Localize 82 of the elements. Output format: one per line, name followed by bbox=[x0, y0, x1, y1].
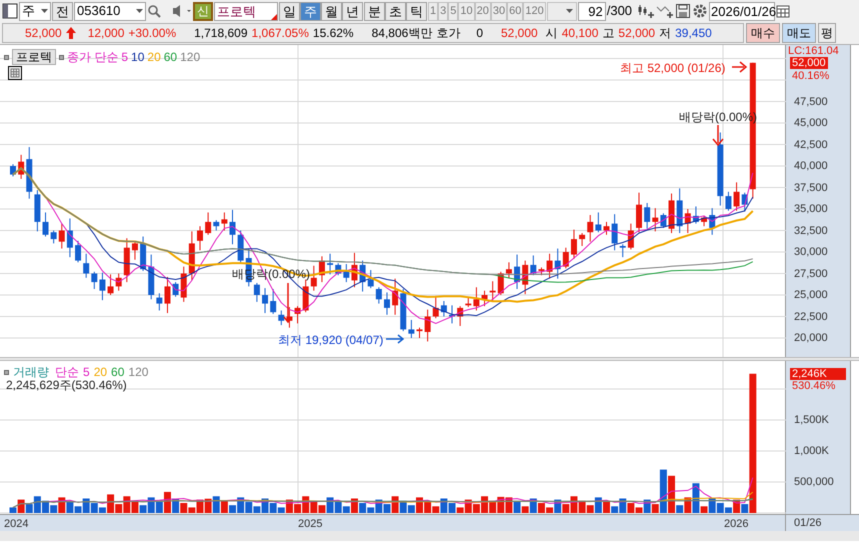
price-axis-label: 30,000 bbox=[794, 246, 828, 258]
moving-average-legend: 20 bbox=[94, 363, 108, 381]
volume-rate: 1,067.05% bbox=[252, 25, 309, 42]
previous-button[interactable]: 전 bbox=[52, 2, 73, 20]
price-axis-label: 40,000 bbox=[794, 160, 828, 172]
interval-button[interactable]: 60 bbox=[507, 2, 524, 20]
moving-average-legend: 120 bbox=[128, 363, 148, 381]
sell-button[interactable]: 매도 bbox=[782, 23, 816, 43]
date-axis-label: 2025 bbox=[298, 517, 322, 532]
price-axis-label: 20,000 bbox=[794, 332, 828, 344]
turnover-rate: 15.62% bbox=[312, 25, 354, 42]
price-axis-label: 37,500 bbox=[794, 182, 828, 194]
count-max: /300 bbox=[606, 2, 632, 20]
interval-button[interactable]: 120 bbox=[523, 2, 546, 20]
period-tab[interactable]: 틱 bbox=[406, 2, 427, 20]
period-tab[interactable]: 주 bbox=[300, 2, 321, 20]
stock-name-tag: 프로텍 bbox=[12, 49, 56, 65]
buy-button[interactable]: 매수 bbox=[746, 23, 780, 43]
stock-name-field[interactable]: 프로텍 bbox=[214, 2, 278, 20]
date-field[interactable]: 2026/01/26 bbox=[709, 2, 776, 20]
moving-average-legend: 120 bbox=[180, 48, 200, 66]
last-price-tag: 52,000 bbox=[790, 57, 828, 69]
indicator-label: 단순 bbox=[55, 364, 79, 380]
evaluate-button[interactable]: 평 bbox=[818, 23, 836, 43]
volume-axis-label: 1,500K bbox=[794, 414, 829, 426]
lc-label: LC:161.04 bbox=[788, 45, 839, 57]
high-annotation: 최고 52,000 (01/26) bbox=[620, 60, 726, 77]
interval-button[interactable]: 20 bbox=[474, 2, 491, 20]
low-price: 39,450 bbox=[675, 25, 712, 42]
ask-price: 52,000 bbox=[501, 25, 538, 42]
price-axis-label: 45,000 bbox=[794, 117, 828, 129]
high-price: 52,000 bbox=[618, 25, 656, 42]
interval-button[interactable]: 3 bbox=[438, 2, 448, 20]
price-change: 12,000 bbox=[88, 25, 124, 42]
interval-button[interactable]: 30 bbox=[490, 2, 508, 20]
volume-label: 거래량 bbox=[13, 364, 49, 380]
interval-button[interactable]: 10 bbox=[458, 2, 475, 20]
period-tab[interactable]: 년 bbox=[342, 2, 363, 20]
trade-amount: 84,806백만 bbox=[372, 25, 432, 42]
interval-button[interactable]: 1 bbox=[428, 2, 438, 20]
interval-button[interactable]: 5 bbox=[448, 2, 458, 20]
open-label: 시 bbox=[546, 25, 558, 42]
volume-axis-label: 1,000K bbox=[794, 445, 829, 457]
ask-value: 0 bbox=[476, 25, 483, 42]
date-axis-label: 2026 bbox=[724, 517, 748, 532]
price-axis-label: 32,500 bbox=[794, 224, 828, 236]
current-volume: 2,245,629주(530.46%) bbox=[6, 378, 127, 394]
indicator-label: 종가 단순 bbox=[67, 49, 118, 66]
price-axis-label: 25,000 bbox=[794, 289, 828, 301]
moving-average-legend: 10 bbox=[131, 48, 144, 66]
period-tab[interactable]: 월 bbox=[321, 2, 342, 20]
period-tab[interactable]: 초 bbox=[385, 2, 406, 20]
price-axis-label: 22,500 bbox=[794, 310, 828, 322]
moving-average-legend: 5 bbox=[83, 363, 90, 381]
volume-value: 1,718,609 bbox=[194, 25, 248, 42]
low-annotation: 최저 19,920 (04/07) bbox=[278, 332, 384, 349]
price-axis-label: 35,000 bbox=[794, 203, 828, 215]
open-price: 40,100 bbox=[562, 25, 598, 42]
price-axis-label: 47,500 bbox=[794, 96, 828, 108]
moving-average-legend: 60 bbox=[164, 48, 178, 66]
low-label: 저 bbox=[659, 25, 672, 42]
cursor-date: 01/26 bbox=[793, 516, 823, 531]
last-volume-rate: 530.46% bbox=[792, 380, 836, 392]
stock-code-field[interactable]: 053610 bbox=[74, 2, 146, 20]
period-tab[interactable]: 분 bbox=[364, 2, 385, 20]
period-tab[interactable]: 일 bbox=[279, 2, 300, 20]
moving-average-legend: 60 bbox=[111, 363, 124, 381]
market-dropdown[interactable]: 주 bbox=[19, 2, 51, 20]
moving-average-legend: 20 bbox=[147, 48, 161, 66]
price-axis-label: 27,500 bbox=[794, 268, 828, 280]
high-label: 고 bbox=[602, 25, 614, 42]
new-badge: 신 bbox=[193, 2, 213, 20]
moving-average-legend: 5 bbox=[121, 48, 128, 66]
ask-label: 호가 bbox=[436, 25, 460, 42]
last-volume-tag: 2,246K bbox=[790, 368, 846, 380]
date-axis-label: 2024 bbox=[4, 517, 28, 532]
count-field[interactable]: 92 bbox=[578, 2, 606, 20]
change-rate: +30.00% bbox=[128, 25, 176, 42]
volume-axis-label: 500,000 bbox=[794, 476, 834, 488]
price-axis-label: 42,500 bbox=[794, 138, 828, 150]
current-price: 52,000 bbox=[25, 25, 62, 42]
last-change-rate: 40.16% bbox=[792, 70, 830, 82]
